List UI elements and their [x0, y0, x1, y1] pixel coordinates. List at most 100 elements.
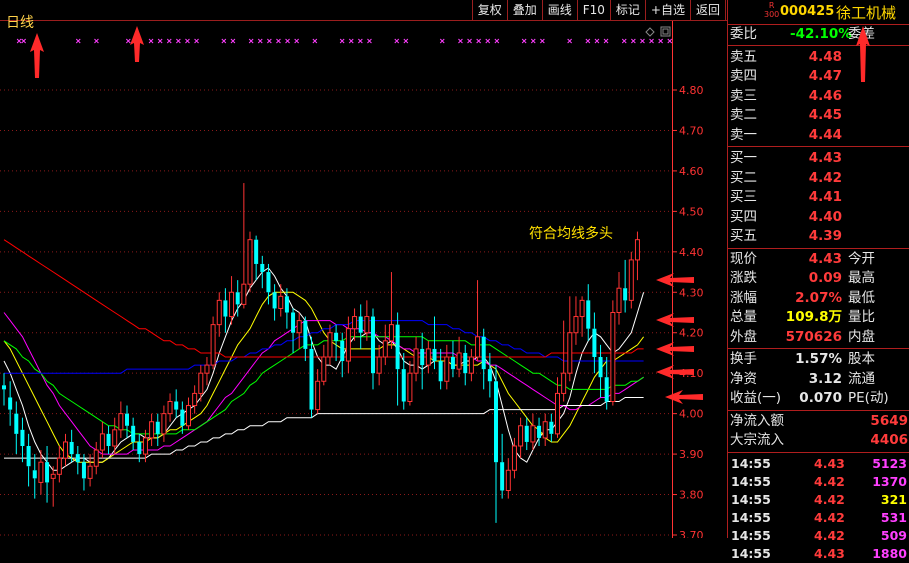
- diamond-icon: [645, 27, 655, 37]
- candle-body: [573, 316, 579, 334]
- candle: [524, 417, 529, 451]
- candle-body: [494, 381, 498, 463]
- bid-row[interactable]: 买一 4.43: [728, 149, 909, 169]
- overlay-button[interactable]: 叠加: [507, 0, 543, 21]
- tick-list[interactable]: 14:55 4.43 5123 14:55 4.42 1370 14:55 4.42 321…: [728, 453, 909, 563]
- candle: [174, 389, 179, 418]
- ask-row[interactable]: 卖三 4.46: [728, 87, 909, 107]
- bid-row[interactable]: 买五 4.39: [728, 227, 909, 247]
- candle: [155, 413, 160, 446]
- ma-line-ma120: [3, 239, 644, 358]
- candle-body: [118, 413, 124, 431]
- candle-body: [334, 332, 339, 341]
- candle-body: [81, 462, 86, 479]
- candle-body: [38, 461, 44, 483]
- candle: [573, 296, 579, 345]
- candle-body: [407, 372, 413, 403]
- weibi-section: 委比 -42.10% 委差: [728, 25, 909, 46]
- ask-row[interactable]: 卖一 4.44: [728, 126, 909, 146]
- ask-price: 4.48: [808, 48, 842, 65]
- ask-row[interactable]: 卖五 4.48: [728, 48, 909, 68]
- candle-body: [364, 316, 370, 334]
- event-marker: [148, 38, 154, 44]
- candle: [75, 446, 80, 475]
- tick-price: 4.42: [814, 491, 845, 507]
- stat-label: 总量: [730, 309, 757, 325]
- stat-value: 3.12: [808, 370, 842, 387]
- bid-label: 买二: [730, 169, 757, 186]
- candle-body: [260, 263, 265, 273]
- candle: [321, 344, 327, 386]
- stats-section: 现价 4.43 今开 涨跌 0.09 最高 涨幅 2.07% 最低 总量 109.8万 量比 外…: [728, 249, 909, 349]
- candle-body: [131, 425, 136, 442]
- stat-label-2: 最低: [848, 289, 875, 306]
- ask-row[interactable]: 卖四 4.47: [728, 67, 909, 87]
- kline-chart[interactable]: 4.804.704.604.504.404.304.204.104.003.90…: [0, 0, 727, 542]
- stock-code[interactable]: 000425: [780, 4, 834, 19]
- bid-price: 4.39: [808, 228, 842, 244]
- candle: [14, 401, 19, 455]
- candle-body: [204, 364, 210, 374]
- event-marker: [294, 38, 300, 44]
- candle-body: [50, 473, 56, 479]
- bid-row[interactable]: 买三 4.41: [728, 188, 909, 208]
- candle-body: [266, 272, 271, 293]
- tick-time: 14:55: [731, 455, 771, 471]
- event-marker: [166, 38, 172, 44]
- event-marker: [157, 38, 163, 44]
- candle: [628, 251, 634, 309]
- candle-body: [20, 429, 25, 446]
- candle-body: [223, 300, 228, 317]
- event-marker: [649, 38, 654, 44]
- candle: [579, 296, 585, 337]
- candle-body: [358, 316, 363, 333]
- quote-panel: R300 000425 徐工机械 委比 -42.10% 委差 卖五 4.48 卖四…: [727, 0, 909, 561]
- candle-body: [99, 433, 105, 451]
- candle-body: [425, 348, 431, 366]
- tick-volume: 5123: [872, 455, 907, 471]
- candle: [254, 235, 259, 281]
- mark-button[interactable]: 标记: [610, 0, 646, 21]
- stock-name[interactable]: 徐工机械: [836, 2, 896, 23]
- tick-price: 4.43: [814, 545, 845, 561]
- candle-body: [444, 356, 450, 382]
- bid-label: 买五: [730, 228, 757, 244]
- candle: [444, 344, 450, 390]
- price-tick-label: 4.80: [679, 84, 704, 97]
- ask-price: 4.44: [808, 126, 842, 143]
- kline-chart-svg[interactable]: 4.804.704.604.504.404.304.204.104.003.90…: [0, 0, 727, 542]
- bid-price: 4.41: [808, 189, 842, 205]
- ask-row[interactable]: 卖二 4.45: [728, 106, 909, 126]
- candle: [616, 272, 622, 325]
- candle-body: [413, 348, 419, 374]
- back-button[interactable]: 返回: [690, 0, 726, 21]
- stat-label-2: PE(动): [848, 390, 889, 406]
- draw-line-button[interactable]: 画线: [542, 0, 578, 21]
- stat-value: 0.070: [799, 390, 842, 406]
- candle: [278, 284, 284, 317]
- add-watchlist-button[interactable]: +自选: [645, 0, 691, 21]
- candle-body: [142, 437, 148, 455]
- ask-label: 卖四: [730, 68, 757, 84]
- square-inner-icon: [662, 28, 669, 35]
- candle-body: [505, 469, 511, 492]
- ask-price: 4.46: [808, 87, 842, 104]
- r-badge: R 300: [764, 1, 780, 19]
- candle-body: [561, 372, 567, 394]
- restore-rights-button[interactable]: 复权: [472, 0, 508, 21]
- arrow-annotation-icon: [665, 390, 703, 404]
- f10-button[interactable]: F10: [577, 0, 611, 21]
- bid-row[interactable]: 买二 4.42: [728, 169, 909, 189]
- candle-body: [401, 369, 406, 402]
- candle-body: [555, 392, 560, 435]
- tick-volume: 1370: [872, 473, 907, 489]
- bid-row[interactable]: 买四 4.40: [728, 208, 909, 228]
- candle: [518, 417, 524, 459]
- candle-body: [291, 312, 296, 333]
- candle-body: [149, 421, 155, 439]
- stat-value: 4.43: [808, 250, 842, 267]
- candle: [8, 381, 13, 426]
- event-marker: [403, 38, 409, 44]
- candle-body: [210, 324, 216, 366]
- candle-body: [623, 288, 628, 301]
